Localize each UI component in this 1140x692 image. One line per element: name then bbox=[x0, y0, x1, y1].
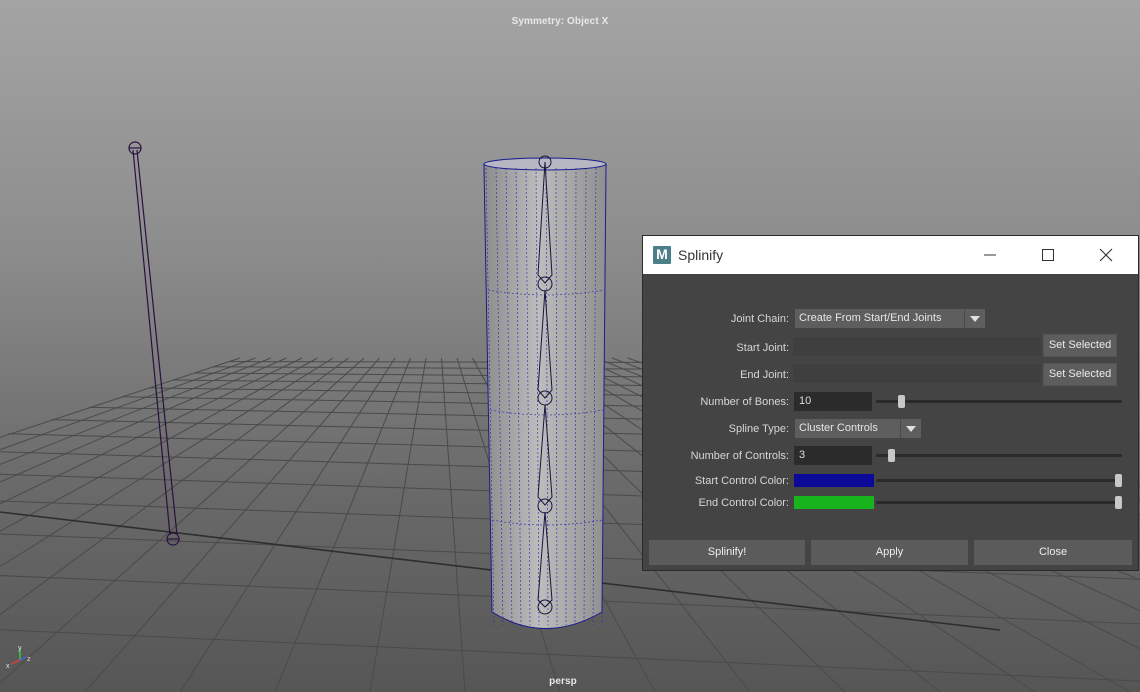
start-color-slider-handle[interactable] bbox=[1115, 474, 1122, 487]
symmetry-label: Symmetry: Object X bbox=[511, 16, 609, 27]
start-joint-label: Start Joint: bbox=[736, 342, 789, 354]
joint-chain-dropdown[interactable]: Create From Start/End Joints bbox=[795, 309, 985, 328]
close-button[interactable]: Close bbox=[974, 540, 1132, 565]
end-color-slider-handle[interactable] bbox=[1115, 496, 1122, 509]
end-color-swatch[interactable] bbox=[794, 496, 874, 509]
spline-type-dropdown[interactable]: Cluster Controls bbox=[795, 419, 921, 438]
title-bar[interactable]: M Splinify bbox=[643, 236, 1138, 274]
num-controls-slider-track[interactable] bbox=[876, 454, 1122, 457]
start-color-swatch[interactable] bbox=[794, 474, 874, 487]
num-controls-input[interactable]: 3 bbox=[794, 446, 872, 465]
app-icon-label: M bbox=[656, 246, 668, 262]
splinify-dialog: M Splinify Joint Chain: Create From Star… bbox=[643, 236, 1138, 570]
axis-y-label: y bbox=[18, 645, 22, 652]
chevron-down-icon bbox=[964, 309, 985, 328]
maximize-icon bbox=[1042, 249, 1054, 261]
num-bones-slider-handle[interactable] bbox=[897, 395, 905, 408]
end-joint-set-selected-button[interactable]: Set Selected bbox=[1043, 363, 1117, 386]
axis-gizmo-icon: y x z bbox=[6, 645, 31, 670]
spline-type-value: Cluster Controls bbox=[799, 422, 878, 434]
start-joint-set-selected-button[interactable]: Set Selected bbox=[1043, 334, 1117, 357]
camera-label: persp bbox=[549, 676, 577, 687]
num-bones-slider-track[interactable] bbox=[876, 400, 1122, 403]
minimize-icon bbox=[984, 254, 996, 256]
end-color-label: End Control Color: bbox=[698, 497, 790, 509]
splinify-button[interactable]: Splinify! bbox=[649, 540, 805, 565]
close-icon bbox=[1099, 248, 1113, 262]
joint-chain-label: Joint Chain: bbox=[730, 313, 789, 325]
end-color-slider-track[interactable] bbox=[876, 501, 1122, 504]
maya-app-icon: M bbox=[653, 246, 671, 264]
start-color-slider-track[interactable] bbox=[876, 479, 1122, 482]
axis-z-label: z bbox=[27, 656, 31, 663]
end-joint-label: End Joint: bbox=[740, 369, 789, 381]
minimize-button[interactable] bbox=[961, 236, 1019, 274]
num-bones-input[interactable]: 10 bbox=[794, 392, 872, 411]
dialog-title: Splinify bbox=[678, 247, 724, 263]
axis-x-label: x bbox=[6, 663, 10, 670]
joint-chain-value: Create From Start/End Joints bbox=[799, 312, 942, 324]
num-bones-label: Number of Bones: bbox=[700, 396, 789, 408]
start-color-label: Start Control Color: bbox=[694, 475, 789, 487]
end-joint-field[interactable] bbox=[793, 364, 1041, 383]
maximize-button[interactable] bbox=[1019, 236, 1077, 274]
cylinder-mesh bbox=[483, 155, 607, 629]
num-controls-slider-handle[interactable] bbox=[887, 449, 895, 462]
start-joint-field[interactable] bbox=[793, 337, 1041, 356]
left-joint-chain bbox=[128, 141, 180, 546]
apply-button[interactable]: Apply bbox=[811, 540, 968, 565]
chevron-down-icon bbox=[900, 419, 921, 438]
window-close-button[interactable] bbox=[1077, 236, 1135, 274]
num-controls-label: Number of Controls: bbox=[690, 450, 789, 462]
spline-type-label: Spline Type: bbox=[728, 423, 789, 435]
